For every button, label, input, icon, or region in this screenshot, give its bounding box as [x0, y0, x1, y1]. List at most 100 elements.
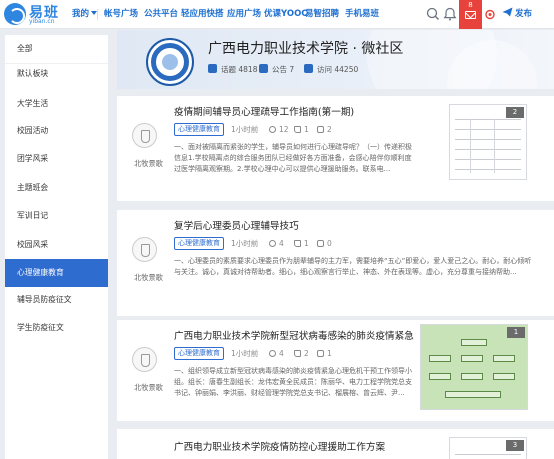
post-image-thumbnail[interactable]: 2 — [449, 104, 527, 180]
school-emblem-icon — [146, 38, 194, 86]
post-image-thumbnail[interactable]: 3 — [449, 437, 527, 459]
settings-button[interactable] — [483, 0, 497, 29]
category-sidebar: 全部 默认板块 大学生活 校园活动 团学风采 主题班会 军训日记 校园风采 心理… — [5, 35, 108, 459]
post-excerpt: 一、面对被隔离而紧张的学生，辅导员如何进行心理疏导呢？（一）传递积极信息1.学校… — [174, 143, 412, 173]
likes-count[interactable]: 1 — [294, 237, 309, 250]
nav-my[interactable]: 我的 — [72, 0, 98, 29]
views-icon — [269, 126, 276, 133]
post-title[interactable]: 复学后心理委员心理辅导技巧 — [174, 218, 474, 232]
notifications-button[interactable] — [442, 0, 458, 29]
post-title[interactable]: 疫情期间辅导员心理疏导工作指南(第一期) — [174, 104, 434, 118]
likes-value: 2 — [304, 349, 309, 358]
send-icon — [502, 7, 513, 17]
comments-value: 0 — [327, 239, 332, 248]
post-card[interactable]: 北牧景歌 广西电力职业技术学院新型冠状病毒感染的肺炎疫情紧急... 心理健康教育… — [117, 320, 554, 421]
post-title[interactable]: 广西电力职业技术学院新型冠状病毒感染的肺炎疫情紧急... — [174, 328, 414, 342]
nav-account-square[interactable]: 帐号广场 — [104, 0, 138, 29]
post-time: 1小时前 — [231, 125, 259, 134]
nav-recruitment[interactable]: 易智招聘 — [305, 0, 339, 29]
post-category-tag[interactable]: 心理健康教育 — [174, 347, 224, 360]
comments-count[interactable]: 1 — [317, 347, 332, 360]
sidebar-item-mental-health[interactable]: 心理健康教育 — [5, 259, 108, 287]
views-count: 4 — [269, 347, 284, 360]
nav-yooc[interactable]: 优课YOOC — [264, 0, 308, 29]
likes-icon — [294, 126, 301, 133]
views-icon — [269, 350, 276, 357]
views-value: 4 — [279, 349, 284, 358]
comments-value: 1 — [327, 349, 332, 358]
bell-icon — [443, 7, 457, 21]
comments-count[interactable]: 0 — [317, 237, 332, 250]
post-category-tag[interactable]: 心理健康教育 — [174, 237, 224, 250]
community-title: 广西电力职业技术学院 · 微社区 — [208, 41, 404, 57]
visits-stat: 访问 44250 — [304, 64, 358, 75]
sidebar-item-campus-style[interactable]: 校园风采 — [5, 231, 108, 259]
community-header: 广西电力职业技术学院 · 微社区 话题 4818 公告 7 访问 44250 — [117, 30, 554, 89]
post-card[interactable]: 北牧景歌 复学后心理委员心理辅导技巧 心理健康教育 1小时前 4 1 0 一、心… — [117, 210, 554, 316]
announcements-stat: 公告 7 — [259, 64, 294, 75]
views-count: 4 — [269, 237, 284, 250]
likes-icon — [294, 240, 301, 247]
sidebar-item-league-style[interactable]: 团学风采 — [5, 145, 108, 173]
post-card[interactable]: 广西电力职业技术学院疫情防控心理援助工作方案 3 — [117, 429, 554, 459]
search-icon — [426, 7, 439, 20]
views-value: 12 — [279, 125, 289, 134]
comments-value: 2 — [327, 125, 332, 134]
topics-icon — [208, 64, 217, 73]
nav-light-app-builder[interactable]: 轻应用快搭 — [181, 0, 224, 29]
comments-icon — [317, 240, 324, 247]
sidebar-item-all[interactable]: 全部 — [5, 35, 108, 63]
publish-label: 发布 — [515, 9, 533, 19]
publish-button[interactable]: 发布 — [502, 0, 532, 29]
likes-value: 1 — [304, 239, 309, 248]
nav-public-platform[interactable]: 公共平台 — [144, 0, 178, 29]
search-button[interactable] — [425, 0, 441, 29]
yiban-logo-icon — [4, 3, 26, 25]
views-icon — [269, 240, 276, 247]
sidebar-item-student-essays[interactable]: 学生防疫征文 — [5, 314, 108, 342]
post-card[interactable]: 北牧景歌 疫情期间辅导员心理疏导工作指南(第一期) 心理健康教育 1小时前 12… — [117, 96, 554, 201]
topics-stat-text: 话题 4818 — [221, 65, 258, 74]
visits-stat-text: 访问 44250 — [317, 65, 359, 74]
likes-value: 1 — [304, 125, 309, 134]
post-author[interactable]: 北牧景歌 — [121, 273, 176, 283]
post-title[interactable]: 广西电力职业技术学院疫情防控心理援助工作方案 — [174, 439, 434, 453]
sidebar-item-default[interactable]: 默认板块 — [5, 60, 108, 88]
avatar[interactable] — [132, 347, 157, 372]
image-count-badge: 1 — [507, 327, 525, 338]
likes-count[interactable]: 2 — [294, 347, 309, 360]
nav-divider — [97, 9, 98, 20]
likes-count[interactable]: 1 — [294, 123, 309, 136]
messages-button[interactable]: 8 — [459, 0, 482, 29]
sidebar-item-class-meeting[interactable]: 主题班会 — [5, 174, 108, 202]
avatar[interactable] — [132, 123, 157, 148]
image-count-badge: 2 — [506, 107, 524, 118]
post-excerpt: 一、组织领导成立新型冠状病毒感染的肺炎疫情紧急心理危机干预工作领导小组。组长：唐… — [174, 367, 412, 397]
post-excerpt: 一、心理委员的素质要求心理委员作为朋辈辅导的主力军，需要培养“五心”即爱心，爱人… — [174, 257, 532, 276]
post-category-tag[interactable]: 心理健康教育 — [174, 123, 224, 136]
sidebar-item-counselor-essays[interactable]: 辅导员防疫征文 — [5, 286, 108, 314]
views-count: 12 — [269, 123, 289, 136]
post-time: 1小时前 — [231, 239, 259, 248]
nav-mobile-yiban[interactable]: 手机易班 — [345, 0, 379, 29]
comments-icon — [317, 126, 324, 133]
post-time: 1小时前 — [231, 349, 259, 358]
sidebar-item-college-life[interactable]: 大学生活 — [5, 90, 108, 118]
post-author[interactable]: 北牧景歌 — [121, 383, 176, 393]
nav-my-label: 我的 — [72, 9, 90, 19]
nav-app-square[interactable]: 应用广场 — [227, 0, 261, 29]
yiban-logo[interactable]: 易班 yiban.cn — [4, 3, 64, 26]
post-author[interactable]: 北牧景歌 — [121, 159, 176, 169]
announcement-icon — [259, 64, 268, 73]
avatar[interactable] — [132, 237, 157, 262]
top-navigation-bar: 易班 yiban.cn 我的 帐号广场 公共平台 轻应用快搭 应用广场 优课YO… — [0, 0, 554, 29]
mail-icon — [465, 11, 476, 19]
sidebar-item-military-diary[interactable]: 军训日记 — [5, 202, 108, 230]
settings-icon — [485, 9, 495, 20]
visits-icon — [304, 64, 313, 73]
post-image-thumbnail[interactable]: 1 — [420, 324, 528, 410]
comments-icon — [317, 350, 324, 357]
topics-stat: 话题 4818 — [208, 64, 257, 75]
comments-count[interactable]: 2 — [317, 123, 332, 136]
sidebar-item-campus-activities[interactable]: 校园活动 — [5, 117, 108, 145]
